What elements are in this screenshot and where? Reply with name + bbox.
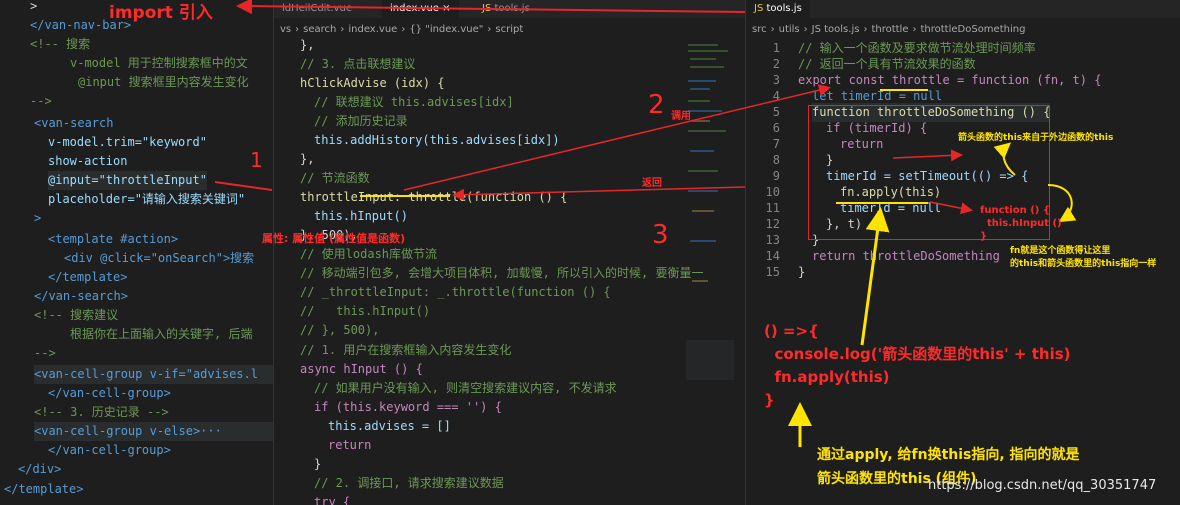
annotation-code-block: () =>{ console.log('箭头函数里的this' + this) … (764, 322, 1071, 409)
code-line: }, (300, 38, 315, 52)
code-line: return (328, 438, 372, 452)
code-line: <van-cell-group v-else>··· (34, 422, 273, 441)
code-line: </template> (4, 482, 84, 496)
annotation-step-1: 1 (250, 148, 263, 172)
code-line: show-action (48, 154, 128, 168)
annotation-property: 属性: 属性值 (属性值是函数) (262, 232, 406, 245)
code-line: // 节流函数 (300, 171, 370, 185)
code-line-input-event: @input="throttleInput" (48, 171, 207, 190)
annotation-return: 返回 (642, 178, 662, 189)
tab-index-vue[interactable]: index.vue × (382, 0, 459, 18)
code-line: > (34, 211, 42, 225)
code-line: // 1. 用户在搜索框输入内容发生变化 (300, 343, 512, 357)
code-line: </van-search> (34, 289, 128, 303)
tab-tools-js-right[interactable]: JS tools.js (746, 0, 810, 18)
code-line: // 3. 点击联想建议 (300, 57, 416, 71)
code-line: <van-search (34, 116, 114, 130)
code-line: }, (300, 152, 315, 166)
code-line: @input 搜索框里内容发生变化 (78, 75, 249, 89)
annotation-arrow-this: 箭头函数的this来自于外边函数的this (958, 133, 1114, 143)
code-line: </template> (48, 270, 128, 284)
line-number: 15 (765, 265, 780, 279)
tab-bar-right: JS tools.js (746, 0, 1180, 18)
code-line: try { (314, 495, 351, 505)
code-line: <van-cell-group v-if="advises.l (34, 365, 273, 384)
code-line: <template #action> (48, 232, 179, 246)
code-line: --> (34, 346, 56, 360)
code-line: v-model 用于控制搜索框中的文 (70, 56, 248, 70)
code-line: this.addHistory(this.advises[idx]) (314, 133, 560, 147)
code-line: <!-- 3. 历史记录 --> (34, 405, 169, 419)
code-line: return throttleDoSomething (812, 249, 1000, 263)
code-line: // 移动端引包多, 会增大项目体积, 加载慢, 所以引入的时候, 要衡量一 (300, 266, 704, 280)
code-line: if (this.keyword === '') { (314, 400, 502, 414)
annotation-fn-note: fn就是这个函数得让这里 的this和箭头函数里的this指向一样 (1010, 246, 1157, 269)
code-line: v-model.trim="keyword" (48, 135, 207, 149)
annotation-step-2: 2 (648, 90, 665, 120)
code-line: // 2. 调接口, 请求搜索建议数据 (314, 476, 504, 490)
code-line: this.advises = [] (328, 419, 451, 433)
annotation-step-3: 3 (652, 220, 669, 250)
code-line: 根据你在上面输入的关键字, 后端 (70, 327, 253, 341)
tab-left-file[interactable]: ldHeilCdit.vue (274, 0, 360, 18)
code-line: hClickAdvise (idx) { (300, 76, 445, 90)
middle-editor-pane: ldHeilCdit.vue index.vue × JS tools.js v… (273, 0, 746, 505)
annotation-function-hint: function () { this.hInput () } (980, 205, 1062, 242)
code-line: this.hInput() (314, 209, 408, 223)
breadcrumb: vs › search › index.vue ›{} "index.vue" › scrip… (280, 24, 524, 35)
code-line: // 添加历史记录 (314, 114, 408, 128)
code-line: // 使用lodash库做节流 (300, 247, 438, 261)
code-line: // _throttleInput: _.throttle(function (… (300, 285, 611, 299)
code-line: async hInput () { (300, 362, 423, 376)
code-line-throttle-input: throttleInput: throttle(function () { (300, 190, 568, 204)
code-line: // 联想建议 this.advises[idx] (314, 95, 514, 109)
left-editor-pane: > </van-nav-bar> <!-- 搜索 v-model 用于控制搜索框… (0, 0, 273, 505)
code-line: </van-cell-group> (48, 443, 171, 457)
code-line: <!-- 搜索建议 (34, 308, 119, 322)
code-line: </van-cell-group> (48, 386, 171, 400)
code-line: <!-- 搜索 (30, 37, 91, 51)
code-line: <div @click="onSearch">搜索 (64, 251, 255, 265)
code-line: } (798, 265, 806, 279)
code-line: placeholder="请输入搜索关键词" (48, 192, 246, 206)
annotation-import: import 引入 (109, 3, 213, 23)
code-line: > (30, 0, 38, 13)
code-line: --> (30, 94, 52, 108)
watermark: https://blog.csdn.net/qq_30351747 (928, 478, 1157, 493)
code-line: } (314, 457, 322, 471)
code-line: // }, 500), (300, 323, 380, 337)
tab-tools-js[interactable]: JS tools.js (474, 0, 538, 18)
code-line: // this.hInput() (300, 304, 431, 318)
annotation-call: 调用 (671, 111, 691, 122)
minimap[interactable] (686, 40, 734, 400)
tab-bar-middle: ldHeilCdit.vue index.vue × JS tools.js (274, 0, 746, 18)
code-line: // 如果用户没有输入, 则清空搜索建议内容, 不发请求 (314, 381, 617, 395)
code-line: </div> (18, 462, 62, 476)
breadcrumb-right: src › utils › JS tools.js › throttle › throttleD… (752, 24, 1026, 35)
